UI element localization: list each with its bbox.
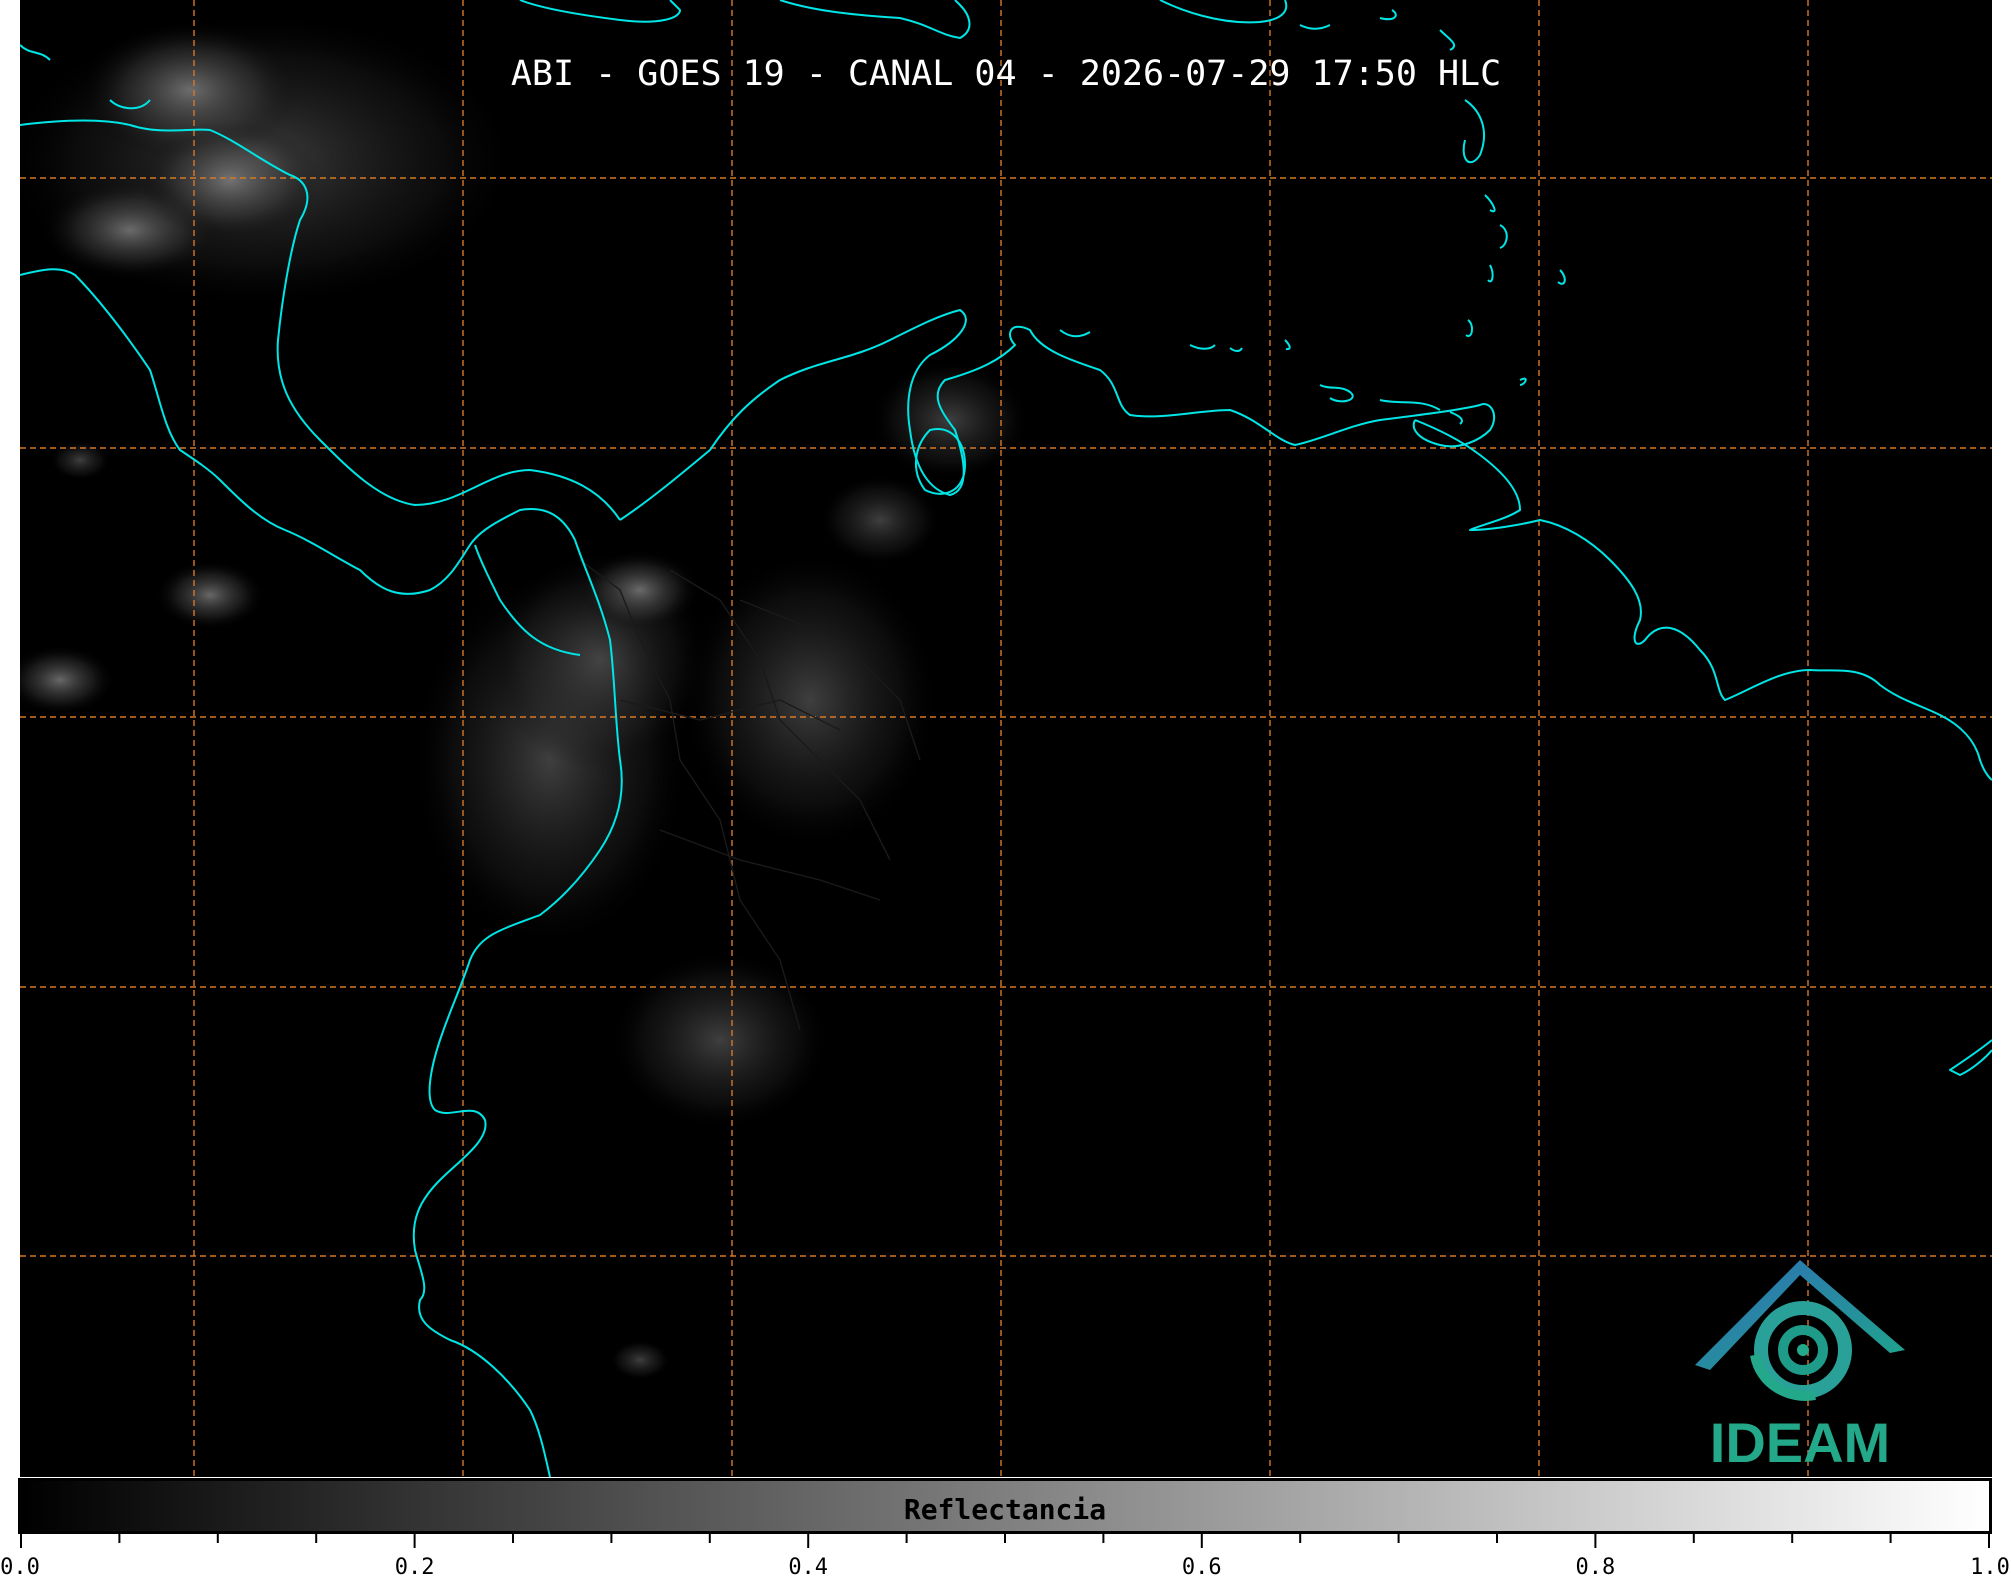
colorbar-tick-label: 0.4: [788, 1555, 829, 1580]
ideam-logo: IDEAM: [1685, 1255, 1915, 1475]
colorbar-tick-label: 0.0: [0, 1555, 40, 1580]
colorbar-tick-label: 0.2: [394, 1555, 435, 1580]
colorbar-tick-label: 0.6: [1181, 1555, 1222, 1580]
satellite-map: ABI - GOES 19 - CANAL 04 - 2026-07-29 17…: [20, 0, 1992, 1477]
cloud-layer: [20, 10, 1030, 1380]
colorbar-tick-label: 0.8: [1575, 1555, 1616, 1580]
coastline-south-america-north: [619, 309, 1496, 521]
satellite-image-view: ABI - GOES 19 - CANAL 04 - 2026-07-29 17…: [0, 0, 2011, 1580]
colorbar-tick-label: 1.0: [1970, 1555, 2010, 1580]
colorbar-label: Reflectancia: [903, 1493, 1107, 1526]
image-title: ABI - GOES 19 - CANAL 04 - 2026-07-29 17…: [510, 54, 1502, 94]
colorbar: Reflectancia: [18, 1478, 1992, 1534]
ideam-logo-icon: [1695, 1260, 1905, 1401]
colorbar-tick-marks: [20, 1534, 1990, 1548]
ideam-logo-text: IDEAM: [1709, 1411, 1891, 1474]
coastline-caribbean-islands: [519, 0, 681, 23]
